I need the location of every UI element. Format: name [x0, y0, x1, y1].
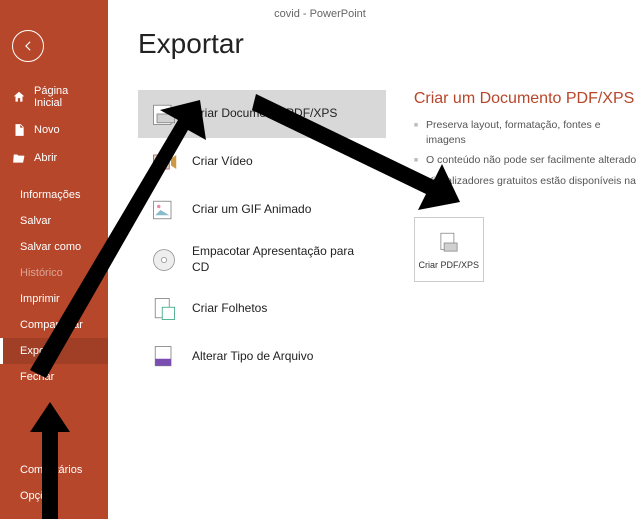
nav-new[interactable]: Novo [0, 116, 108, 144]
option-cd[interactable]: Empacotar Apresentação para CD [138, 234, 386, 285]
option-filetype-label: Alterar Tipo de Arquivo [192, 349, 313, 365]
nav-open[interactable]: Abrir [0, 144, 108, 172]
nav-open-label: Abrir [34, 152, 57, 164]
back-button[interactable] [12, 30, 44, 62]
folder-open-icon [12, 151, 26, 165]
option-filetype[interactable]: Alterar Tipo de Arquivo [138, 333, 386, 381]
nav-export-label: Exportar [20, 345, 62, 357]
nav-home[interactable]: Página Inicial [0, 78, 108, 116]
nav-info-label: Informações [20, 189, 81, 201]
nav-close-label: Fechar [20, 371, 54, 383]
nav-save[interactable]: Salvar [0, 208, 108, 234]
nav-close[interactable]: Fechar [0, 364, 108, 390]
filetype-icon [150, 343, 178, 371]
nav-save-as[interactable]: Salvar como [0, 234, 108, 260]
nav-save-as-label: Salvar como [20, 241, 81, 253]
nav-print[interactable]: Imprimir [0, 286, 108, 312]
option-video-label: Criar Vídeo [192, 154, 253, 170]
option-handouts[interactable]: Criar Folhetos [138, 285, 386, 333]
option-cd-label: Empacotar Apresentação para CD [192, 244, 374, 275]
export-options-list: Criar Documento PDF/XPS Criar Vídeo Cria… [138, 90, 386, 381]
option-gif[interactable]: Criar um GIF Animado [138, 186, 386, 234]
cd-icon [150, 246, 178, 274]
nav-info[interactable]: Informações [0, 182, 108, 208]
option-handouts-label: Criar Folhetos [192, 301, 267, 317]
backstage-sidebar: Página Inicial Novo Abrir Informações Sa… [0, 0, 108, 519]
detail-title: Criar um Documento PDF/XPS [414, 90, 640, 108]
nav-print-label: Imprimir [20, 293, 60, 305]
pdf-icon [150, 100, 178, 128]
nav-comments-label: Comentários [20, 464, 82, 476]
document-icon [12, 123, 26, 137]
back-arrow-icon [21, 39, 35, 53]
gif-icon [150, 196, 178, 224]
create-pdf-xps-label: Criar PDF/XPS [419, 260, 480, 271]
home-icon [12, 90, 26, 104]
detail-panel: Criar um Documento PDF/XPS Preserva layo… [414, 90, 640, 381]
nav-history: Histórico [0, 260, 108, 286]
nav-options[interactable]: Opções [0, 483, 108, 509]
detail-bullet: Visualizadores gratuitos estão disponíve… [414, 174, 640, 203]
nav-home-label: Página Inicial [34, 85, 96, 109]
detail-bullet: O conteúdo não pode ser facilmente alter… [414, 153, 640, 168]
detail-bullet: Preserva layout, formatação, fontes e im… [414, 118, 640, 147]
nav-history-label: Histórico [20, 267, 63, 279]
video-icon [150, 148, 178, 176]
pdf-action-icon [436, 230, 462, 256]
nav-save-label: Salvar [20, 215, 51, 227]
nav-share-label: Compartilhar [20, 319, 83, 331]
option-gif-label: Criar um GIF Animado [192, 202, 311, 218]
create-pdf-xps-button[interactable]: Criar PDF/XPS [414, 217, 484, 282]
option-video[interactable]: Criar Vídeo [138, 138, 386, 186]
main-panel: Exportar Criar Documento PDF/XPS Criar V… [108, 0, 640, 519]
option-pdf-xps[interactable]: Criar Documento PDF/XPS [138, 90, 386, 138]
option-pdf-label: Criar Documento PDF/XPS [192, 106, 337, 122]
nav-new-label: Novo [34, 124, 60, 136]
nav-share[interactable]: Compartilhar [0, 312, 108, 338]
nav-export[interactable]: Exportar [0, 338, 108, 364]
page-title: Exportar [138, 28, 640, 60]
nav-comments[interactable]: Comentários [0, 457, 108, 483]
nav-options-label: Opções [20, 490, 58, 502]
handouts-icon [150, 295, 178, 323]
